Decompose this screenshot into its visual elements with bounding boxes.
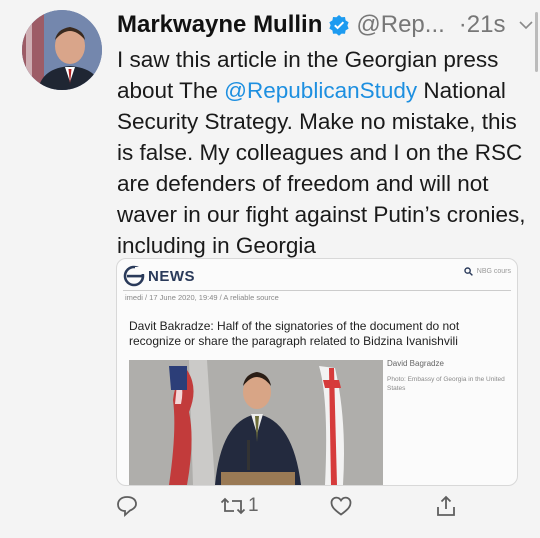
caption-credit: Photo: Embassy of Georgia in the United … [387, 376, 505, 392]
author-handle[interactable]: @Rep... [356, 11, 444, 39]
like-button[interactable] [329, 494, 353, 518]
retweet-button[interactable]: 1 [220, 494, 259, 518]
search-icon [464, 267, 473, 276]
scrollbar[interactable] [535, 12, 538, 72]
article-headline: Davit Bakradze: Half of the signatories … [129, 319, 460, 348]
mention-link[interactable]: @RepublicanStudy [224, 78, 417, 103]
search-placeholder: NBG cours [476, 268, 511, 275]
author-name[interactable]: Markwayne Mullin [117, 11, 322, 39]
avatar[interactable] [22, 10, 102, 90]
article-photo [129, 360, 383, 485]
tweet-text: I saw this article in the Georgian press… [117, 44, 527, 261]
article-card[interactable]: NEWS NBG cours imedi / 17 June 2020, 19:… [116, 258, 518, 486]
article-meta: imedi / 17 June 2020, 19:49 / A reliable… [125, 293, 279, 302]
retweet-icon [220, 497, 246, 515]
card-divider [123, 290, 511, 291]
share-icon [437, 495, 455, 516]
caption-author: David Bagradze [387, 359, 444, 368]
tweet-text-after: National Security Strategy. Make no mist… [117, 78, 526, 258]
card-search: NBG cours [464, 267, 511, 276]
card-header: NEWS NBG cours [117, 259, 517, 289]
news-logo-icon [123, 265, 145, 287]
news-logo: NEWS [123, 265, 195, 287]
retweet-count: 1 [248, 495, 259, 516]
chevron-down-icon[interactable] [517, 16, 535, 34]
tweet-actions: 1 [0, 494, 540, 528]
avatar-photo [22, 10, 102, 90]
heart-icon [330, 496, 352, 516]
reply-button[interactable] [115, 494, 139, 518]
verified-badge-icon [328, 14, 350, 36]
news-logo-text: NEWS [148, 267, 195, 285]
tweet-header: Markwayne Mullin @Rep... ·21s [117, 8, 534, 42]
share-button[interactable] [434, 494, 458, 518]
tweet-time[interactable]: ·21s [459, 11, 506, 39]
photo-caption: David Bagradze Photo: Embassy of Georgia… [387, 359, 512, 393]
reply-icon [117, 496, 137, 518]
